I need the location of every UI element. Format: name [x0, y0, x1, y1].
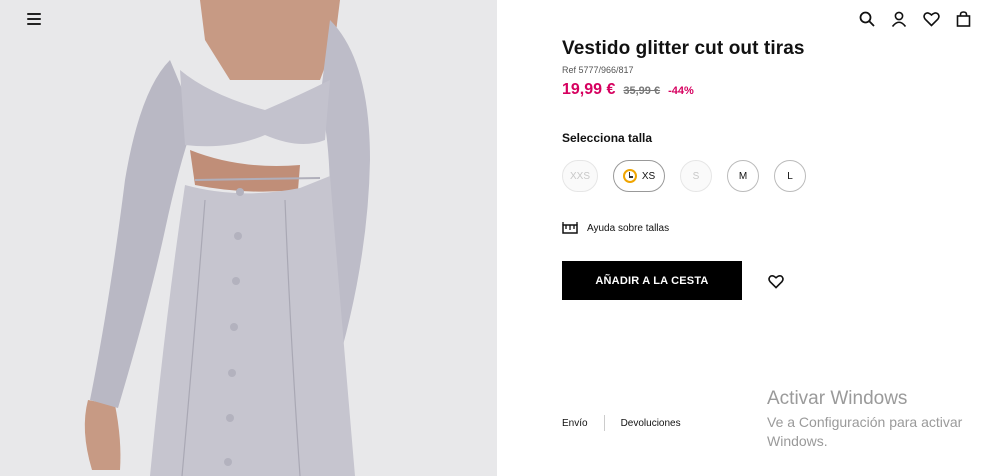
watermark-subtitle: Ve a Configuración para activar Windows. — [767, 414, 963, 449]
product-page: Vestido glitter cut out tiras Ref 5777/9… — [0, 0, 986, 476]
header-icons — [858, 10, 972, 28]
product-photo[interactable] — [0, 0, 497, 476]
product-info: Vestido glitter cut out tiras Ref 5777/9… — [562, 38, 962, 99]
add-to-cart-button[interactable]: AÑADIR A LA CESTA — [562, 261, 742, 300]
search-icon[interactable] — [858, 10, 876, 28]
size-option-label: XS — [641, 170, 656, 182]
windows-activation-watermark: Activar Windows Ve a Configuración para … — [767, 388, 982, 451]
size-option-label: M — [738, 170, 748, 182]
size-label: Selecciona talla — [562, 131, 653, 145]
size-option-xxs[interactable]: XXS — [562, 160, 598, 192]
heart-icon[interactable] — [922, 10, 940, 28]
size-option-label: L — [787, 170, 793, 182]
clock-icon — [622, 169, 637, 183]
product-ref: Ref 5777/966/817 — [562, 65, 634, 75]
bag-icon[interactable] — [954, 10, 972, 28]
ruler-icon — [562, 221, 578, 235]
size-option-l[interactable]: L — [774, 160, 806, 192]
size-selector: XXS XS S M L — [562, 160, 806, 192]
menu-line — [27, 13, 41, 15]
size-option-xs[interactable]: XS — [613, 160, 665, 192]
shipping-link[interactable]: Envío — [562, 418, 588, 429]
menu-icon[interactable] — [26, 11, 42, 27]
discount-badge: -44% — [668, 85, 694, 97]
product-title: Vestido glitter cut out tiras — [562, 38, 805, 59]
menu-line — [27, 23, 41, 25]
user-icon[interactable] — [890, 10, 908, 28]
size-option-label: S — [692, 170, 700, 182]
price-block: 19,99 € 35,99 € -44% — [562, 81, 962, 99]
price-original: 35,99 € — [623, 85, 661, 97]
menu-line — [27, 18, 41, 20]
size-option-s[interactable]: S — [680, 160, 712, 192]
size-option-m[interactable]: M — [727, 160, 759, 192]
product-gallery[interactable] — [0, 0, 497, 476]
size-option-label: XXS — [570, 170, 591, 182]
info-links: Envío Devoluciones — [562, 415, 681, 431]
size-help-label: Ayuda sobre tallas — [587, 222, 670, 234]
returns-link[interactable]: Devoluciones — [621, 418, 681, 429]
link-divider — [603, 415, 605, 431]
wishlist-heart-icon[interactable] — [767, 272, 785, 290]
size-help-link[interactable]: Ayuda sobre tallas — [562, 221, 669, 235]
price-current: 19,99 € — [562, 81, 616, 98]
watermark-title: Activar Windows — [767, 388, 908, 409]
